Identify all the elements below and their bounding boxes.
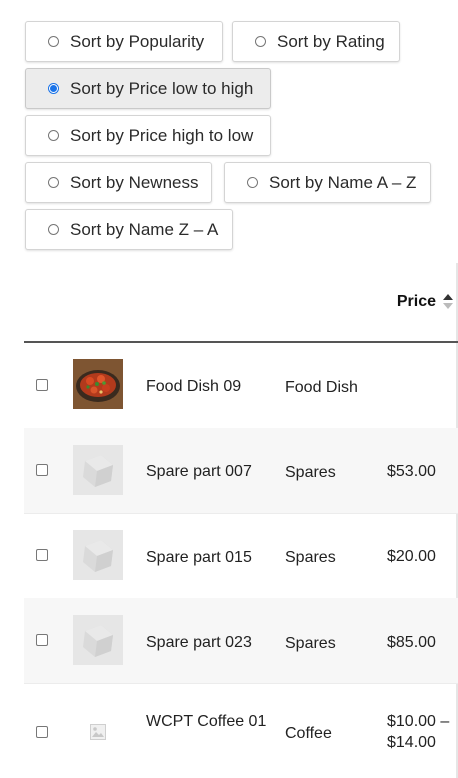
food-dish-thumbnail (73, 359, 123, 409)
product-category: Spares (285, 635, 336, 652)
radio-selected-icon[interactable] (48, 83, 59, 94)
product-price: $20.00 (387, 548, 436, 565)
sort-option-label: Sort by Popularity (70, 31, 205, 51)
row-checkbox[interactable] (36, 549, 48, 561)
image-placeholder-icon (90, 724, 106, 740)
table-row: WCPT Coffee 01 Coffee $10.00 – $14.00 (24, 683, 458, 778)
sort-option-label: Sort by Name Z – A (70, 219, 219, 239)
product-name[interactable]: Spare part 015 (146, 547, 276, 568)
sort-newness-button[interactable]: Sort by Newness (25, 162, 212, 203)
table-row: Spare part 023 Spares $85.00 (24, 598, 458, 684)
table-row: Food Dish 09 Food Dish (24, 343, 458, 429)
placeholder-cube-icon (73, 530, 123, 580)
radio-icon[interactable] (48, 130, 59, 141)
sort-arrows-icon[interactable] (443, 294, 453, 310)
sort-price-low-high-button[interactable]: Sort by Price low to high (25, 68, 271, 109)
product-name[interactable]: Food Dish 09 (146, 376, 276, 397)
sort-option-label: Sort by Price high to low (70, 125, 254, 145)
sort-option-label: Sort by Name A – Z (269, 172, 417, 192)
product-name[interactable]: WCPT Coffee 01 (146, 711, 276, 732)
product-price: $10.00 – $14.00 (387, 713, 450, 751)
radio-icon[interactable] (48, 36, 59, 47)
product-category: Food Dish (285, 379, 358, 396)
product-category: Spares (285, 549, 336, 566)
sort-rating-button[interactable]: Sort by Rating (232, 21, 400, 62)
sort-name-z-a-button[interactable]: Sort by Name Z – A (25, 209, 233, 250)
radio-icon[interactable] (255, 36, 266, 47)
product-category: Spares (285, 464, 336, 481)
price-column-header[interactable]: Price (397, 293, 436, 311)
sort-option-label: Sort by Newness (70, 172, 199, 192)
product-price: $85.00 (387, 634, 436, 651)
product-name[interactable]: Spare part 023 (146, 632, 276, 653)
table-row: Spare part 007 Spares $53.00 (24, 428, 458, 514)
radio-icon[interactable] (247, 177, 258, 188)
row-checkbox[interactable] (36, 726, 48, 738)
sort-price-high-low-button[interactable]: Sort by Price high to low (25, 115, 271, 156)
product-name[interactable]: Spare part 007 (146, 461, 276, 482)
sort-option-label: Sort by Rating (277, 31, 385, 51)
table-row: Spare part 015 Spares $20.00 (24, 513, 458, 599)
product-price: $53.00 (387, 463, 436, 480)
sort-option-label: Sort by Price low to high (70, 78, 254, 98)
row-checkbox[interactable] (36, 464, 48, 476)
placeholder-cube-icon (73, 445, 123, 495)
sort-name-a-z-button[interactable]: Sort by Name A – Z (224, 162, 431, 203)
placeholder-cube-icon (73, 615, 123, 665)
table-header: Price (24, 263, 458, 343)
row-checkbox[interactable] (36, 634, 48, 646)
radio-icon[interactable] (48, 224, 59, 235)
sort-popularity-button[interactable]: Sort by Popularity (25, 21, 223, 62)
radio-icon[interactable] (48, 177, 59, 188)
row-checkbox[interactable] (36, 379, 48, 391)
product-category: Coffee (285, 725, 332, 742)
